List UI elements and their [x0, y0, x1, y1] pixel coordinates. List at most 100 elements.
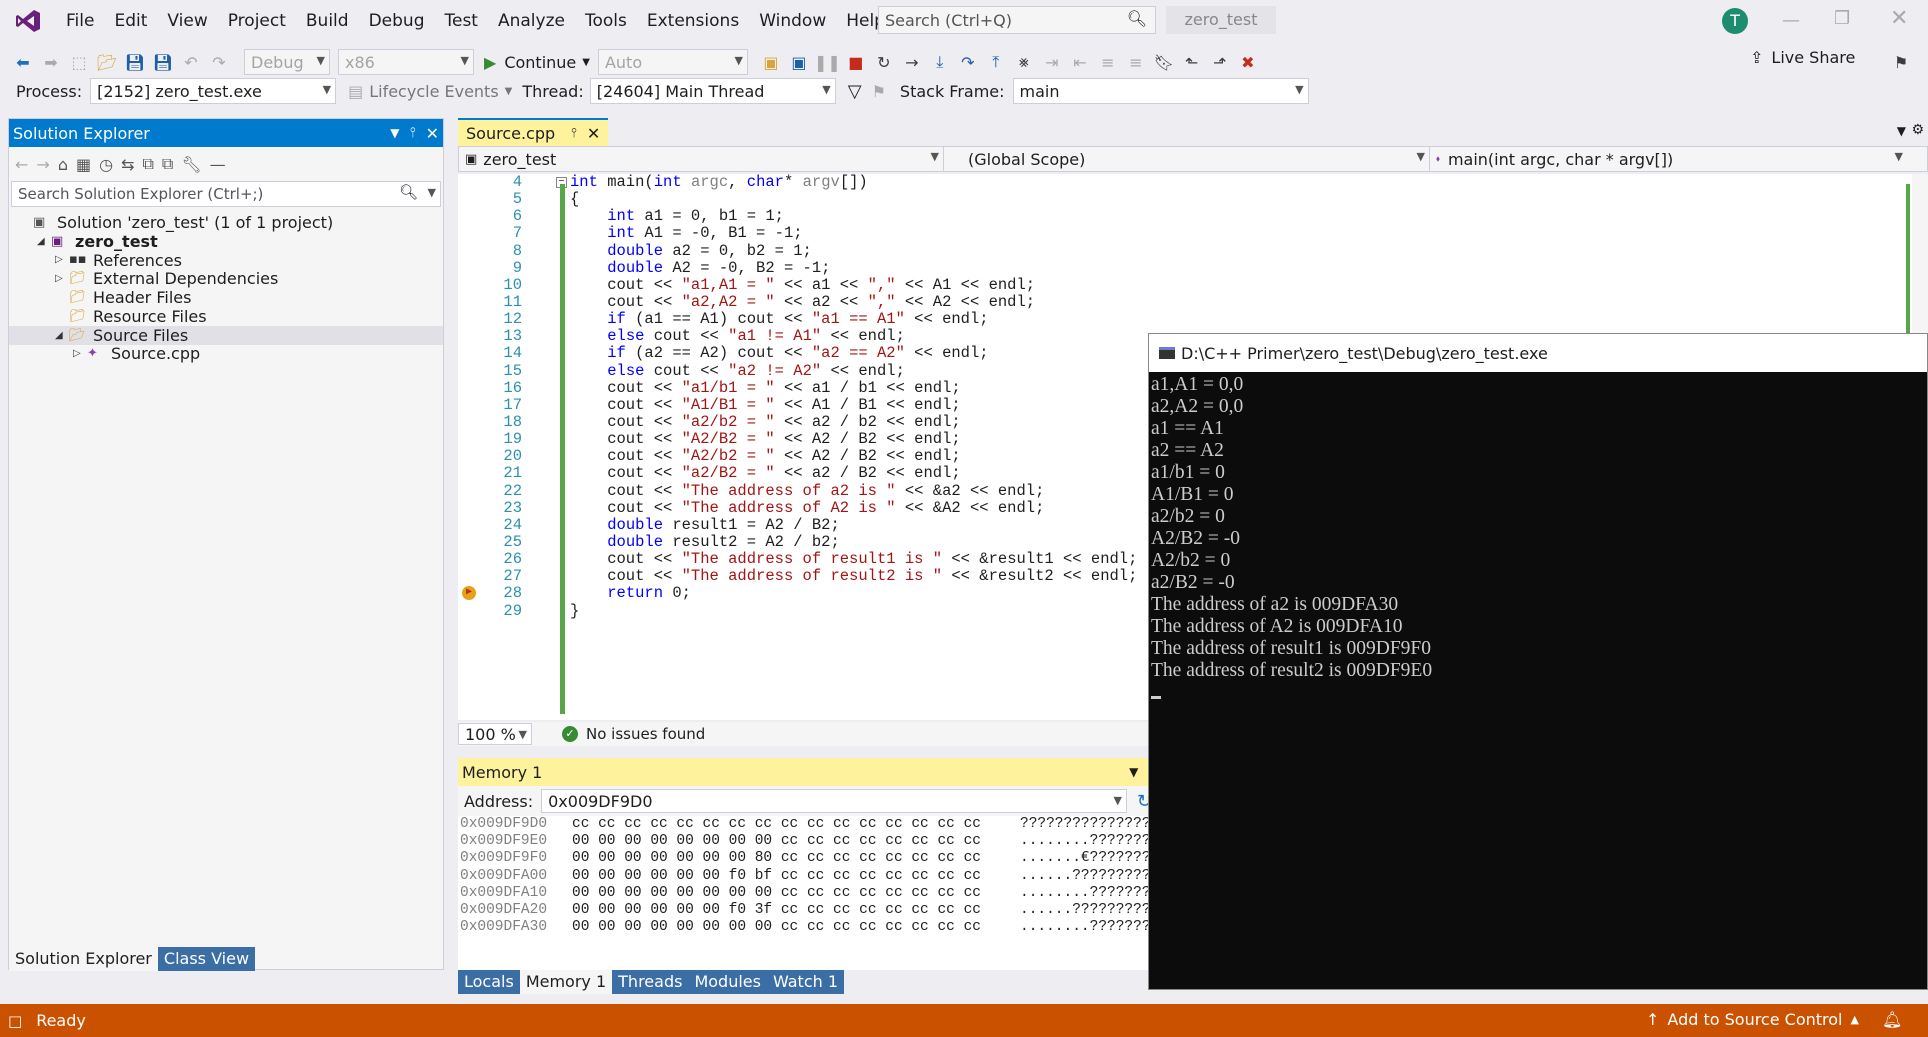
menu-item-build[interactable]: Build — [296, 0, 359, 42]
process-icon[interactable]: ▣ — [758, 48, 784, 76]
platform-select[interactable]: x86 ▼ — [338, 49, 474, 75]
process-select[interactable]: [2152] zero_test.exe ▼ — [90, 78, 337, 104]
comment-icon[interactable]: ≡ — [1095, 48, 1121, 76]
pin-icon[interactable]: ⫯ — [571, 126, 577, 141]
solution-search-input[interactable]: Search Solution Explorer (Ctrl+;) 🔍︎ ▼ — [11, 181, 441, 207]
close-tab-icon[interactable]: ✕ — [587, 124, 600, 143]
references-node[interactable]: ▷ ▪▪ References — [9, 251, 443, 270]
home-icon[interactable]: ⌂ — [58, 155, 68, 174]
header-files-node[interactable]: 📁︎ Header Files — [9, 288, 443, 307]
filter-icon[interactable]: ▽ — [848, 81, 862, 102]
next-bookmark-icon[interactable]: ⬏ — [1207, 48, 1233, 76]
memory-row[interactable]: 0x009DFA10 00 00 00 00 00 00 00 00 cc cc … — [460, 885, 1158, 902]
memory-row[interactable]: 0x009DF9E0 00 00 00 00 00 00 00 00 cc cc … — [460, 833, 1158, 850]
menu-item-project[interactable]: Project — [218, 0, 296, 42]
forward-icon[interactable]: ➡︎ — [38, 48, 64, 76]
expander-icon[interactable]: ▷ — [73, 348, 87, 359]
zoom-select[interactable]: 100 % ▼ — [458, 723, 532, 745]
step-over-icon[interactable]: ↷ — [955, 48, 981, 76]
external-dependencies-node[interactable]: ▷ 📁︎ External Dependencies — [9, 269, 443, 288]
menu-item-extensions[interactable]: Extensions — [637, 0, 749, 42]
tab-class-view[interactable]: Class View — [157, 947, 256, 971]
tab-modules[interactable]: Modules — [688, 970, 767, 994]
memory-row[interactable]: 0x009DFA20 00 00 00 00 00 00 f0 3f cc cc … — [460, 902, 1158, 919]
clear-bookmarks-icon[interactable]: ✖ — [1235, 48, 1261, 76]
lifecycle-events-button[interactable]: Lifecycle Events — [369, 82, 498, 101]
auto-select[interactable]: Auto ▼ — [597, 49, 748, 75]
minimize-button[interactable]: — — [1782, 10, 1800, 31]
stop-icon[interactable]: ■ — [843, 48, 869, 76]
expander-icon[interactable]: ◢ — [55, 330, 69, 341]
stack-frame-select[interactable]: main ▼ — [1012, 78, 1309, 104]
save-all-icon[interactable]: 💾︎ — [150, 48, 176, 76]
restore-button[interactable]: ❐ — [1834, 8, 1850, 29]
config-select[interactable]: Debug ▼ — [244, 49, 330, 75]
screenshot-icon[interactable]: ▣ — [786, 48, 812, 76]
console-window[interactable]: D:\C++ Primer\zero_test\Debug\zero_test.… — [1148, 333, 1928, 990]
tab-memory1[interactable]: Memory 1 — [519, 970, 613, 994]
menu-item-tools[interactable]: Tools — [575, 0, 637, 42]
expander-icon[interactable]: ◢ — [37, 236, 51, 247]
tab-threads[interactable]: Threads — [612, 970, 689, 994]
back-icon[interactable]: ← — [15, 155, 28, 174]
tab-source-cpp[interactable]: Source.cpp ⫯ ✕ — [458, 118, 609, 146]
project-node[interactable]: ◢ ▣ zero_test — [9, 232, 443, 251]
thread-select[interactable]: [24604] Main Thread ▼ — [589, 78, 836, 104]
menu-item-analyze[interactable]: Analyze — [488, 0, 575, 42]
feedback-icon[interactable]: ⚑ — [1888, 48, 1914, 76]
pin-icon[interactable]: ⫯ — [410, 125, 416, 141]
flag-icon[interactable]: ⚑ — [872, 82, 886, 101]
show-all-files-icon[interactable]: ⧉ — [162, 154, 173, 174]
resource-files-node[interactable]: 📁︎ Resource Files — [9, 307, 443, 326]
source-cpp-node[interactable]: ▷ ✦ Source.cpp — [9, 344, 443, 363]
vs-logo-icon[interactable] — [0, 0, 56, 42]
add-to-source-control-button[interactable]: ↑ Add to Source Control ▲ — [1646, 1010, 1859, 1029]
memory-row[interactable]: 0x009DFA00 00 00 00 00 00 00 f0 bf cc cc … — [460, 868, 1158, 885]
tab-watch1[interactable]: Watch 1 — [766, 970, 845, 994]
solution-node[interactable]: ▣ Solution 'zero_test' (1 of 1 project) — [9, 213, 443, 232]
search-input[interactable]: Search (Ctrl+Q) 🔍︎ — [878, 6, 1156, 34]
step-out-icon[interactable]: ⤒ — [983, 48, 1009, 76]
close-window-button[interactable]: ✕ — [1890, 6, 1908, 31]
forward-icon[interactable]: → — [36, 155, 49, 174]
expander-icon[interactable]: ▷ — [55, 254, 69, 265]
tab-solution-explorer[interactable]: Solution Explorer — [9, 947, 158, 971]
menu-item-view[interactable]: View — [157, 0, 217, 42]
bookmark-icon[interactable]: 🔖︎ — [1151, 48, 1177, 76]
project-nav-select[interactable]: ▣ zero_test ▼ — [459, 146, 943, 172]
pause-icon[interactable]: ❚❚ — [814, 48, 841, 76]
uncomment-icon[interactable]: ≡ — [1123, 48, 1149, 76]
continue-button[interactable]: ▶ Continue ▼ — [484, 48, 590, 76]
source-files-node[interactable]: ◢ 📂︎ Source Files — [9, 326, 443, 345]
sync-icon[interactable]: ⇆ — [121, 155, 134, 174]
outdent-icon[interactable]: ⇤ — [1067, 48, 1093, 76]
tab-locals[interactable]: Locals — [458, 970, 520, 994]
show-next-statement-icon[interactable]: → — [899, 48, 925, 76]
collapse-all-icon[interactable]: ⧉ — [142, 154, 153, 174]
restart-icon[interactable]: ↻ — [871, 48, 897, 76]
menu-item-window[interactable]: Window — [749, 0, 836, 42]
back-icon[interactable]: ⬅︎ — [10, 48, 36, 76]
hot-reload-icon[interactable]: ⨳ — [1011, 48, 1037, 76]
memory-row[interactable]: 0x009DF9F0 00 00 00 00 00 00 00 80 cc cc … — [460, 850, 1158, 867]
live-share-button[interactable]: ⇪ Live Share — [1750, 48, 1855, 67]
memory-row[interactable]: 0x009DF9D0 cc cc cc cc cc cc cc cc cc cc … — [460, 816, 1158, 833]
redo-icon[interactable]: ↷ — [206, 48, 232, 76]
menu-item-file[interactable]: File — [56, 0, 104, 42]
properties-icon[interactable]: 🔧︎ — [181, 155, 201, 174]
save-icon[interactable]: 💾︎ — [122, 48, 148, 76]
new-item-icon[interactable]: ⬚ — [66, 48, 92, 76]
open-folder-icon[interactable]: 📂︎ — [94, 48, 120, 76]
memory-row[interactable]: 0x009DFA30 00 00 00 00 00 00 00 00 cc cc … — [460, 919, 1158, 936]
menu-item-test[interactable]: Test — [434, 0, 487, 42]
dropdown-icon[interactable]: ▼ — [1129, 765, 1138, 779]
preview-icon[interactable]: — — [210, 155, 226, 174]
undo-icon[interactable]: ↶ — [178, 48, 204, 76]
close-panel-icon[interactable]: ✕ — [426, 124, 439, 143]
step-into-icon[interactable]: ⤓ — [927, 48, 953, 76]
expander-icon[interactable]: ▷ — [55, 273, 69, 284]
switch-views-icon[interactable]: ▦ — [76, 155, 91, 174]
function-nav-select[interactable]: ⬪ main(int argc, char * argv[]) ▼ — [1429, 146, 1907, 172]
menu-item-edit[interactable]: Edit — [104, 0, 157, 42]
pending-changes-icon[interactable]: ◷ — [99, 155, 113, 174]
